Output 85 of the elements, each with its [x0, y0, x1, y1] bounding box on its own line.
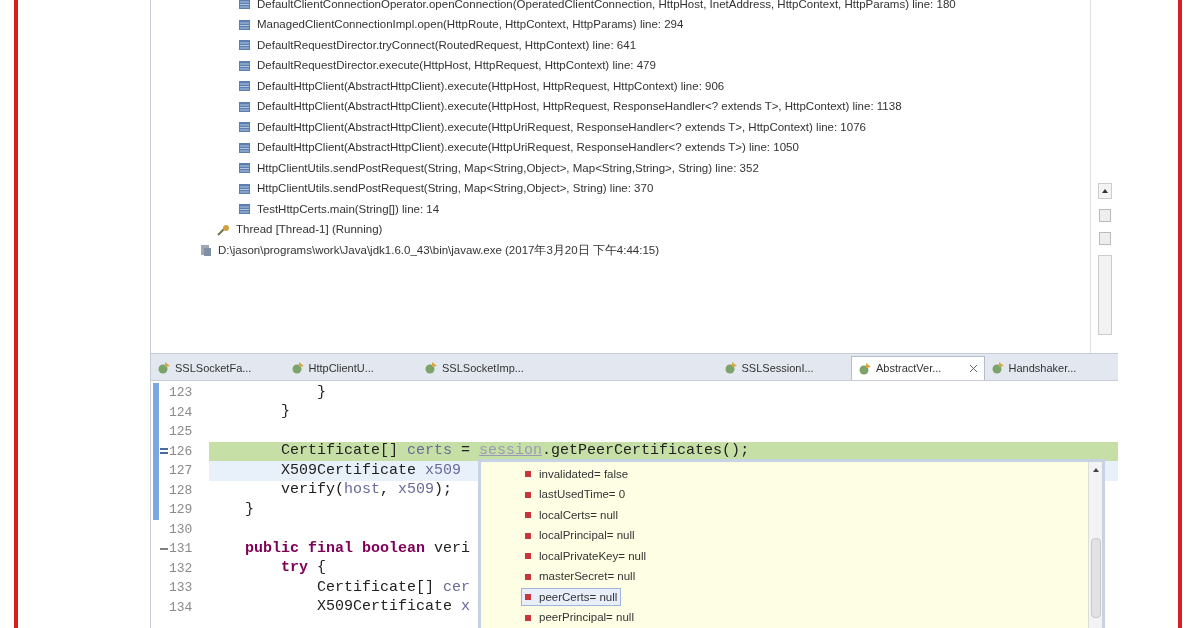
stack-frame[interactable]: DefaultHttpClient(AbstractHttpClient).execute(HttpHost, HttpRequest, ResponseHandler<? extends T>, HttpContext) line: 1138 — [257, 98, 902, 116]
stack-frame-icon — [239, 101, 250, 112]
private-field-icon — [525, 491, 531, 498]
variable-row[interactable]: invalidated= false — [521, 465, 633, 484]
stack-frame[interactable]: ManagedClientConnectionImpl.open(HttpRoute, HttpContext, HttpParams) line: 294 — [257, 16, 684, 34]
stack-frame-icon — [239, 163, 250, 174]
stack-frame[interactable]: DefaultRequestDirector.execute(HttpHost, HttpRequest, HttpContext) line: 479 — [257, 57, 656, 75]
scroll-up-button[interactable] — [1097, 183, 1112, 199]
toolbar-button[interactable] — [1098, 232, 1111, 245]
stack-frame[interactable]: DefaultHttpClient(AbstractHttpClient).execute(HttpUriRequest, ResponseHandler<? extends T>) line: 1050 — [257, 139, 799, 157]
editor-tab[interactable]: AbstractVer... — [851, 356, 985, 380]
private-field-icon — [525, 532, 531, 539]
private-field-icon — [525, 573, 531, 580]
private-field-icon — [525, 512, 531, 519]
editor-tab[interactable]: SSLSocketImp... — [418, 356, 552, 380]
stack-frame-icon — [239, 0, 250, 10]
line-number: 134 — [169, 598, 193, 617]
line-number: 127 — [169, 462, 193, 480]
code-line: Certificate[] certs = session.getPeerCertificates(); — [280, 441, 750, 461]
private-field-icon — [525, 614, 531, 621]
line-number: 128 — [169, 481, 193, 500]
stack-frame[interactable]: DefaultHttpClient(AbstractHttpClient).execute(HttpUriRequest, ResponseHandler<? extends T>, HttpContext) line: 1076 — [257, 118, 866, 136]
code-line: Certificate[] cer — [316, 577, 471, 598]
stack-frame[interactable]: HttpClientUtils.sendPostRequest(String, Map<String,Object>, String) line: 370 — [257, 180, 654, 198]
scrollbar[interactable] — [1097, 255, 1112, 335]
stack-frame-icon — [239, 122, 250, 133]
private-field-icon — [525, 594, 531, 601]
variable-row[interactable]: peerPrincipal= null — [521, 608, 638, 627]
line-number: 132 — [169, 559, 193, 578]
stack-frame-icon — [239, 81, 250, 92]
thread-label[interactable]: Thread [Thread-1] (Running) — [236, 221, 383, 239]
toolbar-button[interactable] — [1098, 209, 1111, 222]
close-icon[interactable] — [968, 364, 978, 373]
process-icon — [199, 243, 213, 258]
stack-frame-icon — [239, 142, 250, 153]
line-number: 123 — [169, 384, 193, 402]
variable-row[interactable]: localCerts= null — [521, 506, 622, 525]
process-label[interactable]: D:\jason\programs\work\Java\jdk1.6.0_43\bin\javaw.exe (2017年3月20日 下午4:44:15) — [218, 241, 659, 259]
variable-row[interactable]: masterSecret= null — [521, 567, 640, 586]
stack-frame-icon — [239, 183, 250, 194]
stack-frame[interactable]: DefaultHttpClient(AbstractHttpClient).execute(HttpHost, HttpRequest, HttpContext) line: 906 — [257, 77, 725, 95]
editor-tab[interactable]: HttpClientU... — [284, 356, 418, 380]
scrollbar[interactable] — [1088, 462, 1102, 628]
code-line: } — [280, 402, 290, 422]
class-file-icon — [990, 361, 1005, 375]
arrow-up-icon — [1092, 468, 1099, 472]
stack-frame-icon — [239, 60, 250, 71]
variable-row[interactable]: localPrivateKey= null — [521, 547, 651, 566]
stack-frame-icon — [239, 19, 250, 30]
code-line: X509Certificate x509 — [280, 460, 462, 481]
stack-frame[interactable]: HttpClientUtils.sendPostRequest(String, Map<String,Object>, Map<String,String>, String) line: 352 — [257, 159, 759, 177]
line-number: 126 — [169, 442, 193, 461]
class-file-icon — [290, 361, 305, 375]
stack-frame-icon — [239, 40, 250, 51]
line-number: 125 — [169, 423, 193, 441]
code-line: } — [244, 499, 254, 520]
line-number: 124 — [169, 403, 193, 422]
line-number: 129 — [169, 501, 193, 519]
editor-tab[interactable]: Handshaker... — [984, 356, 1118, 380]
line-number: 130 — [169, 520, 193, 539]
class-file-icon — [424, 361, 438, 375]
variable-row[interactable]: peerCerts= null — [521, 588, 622, 607]
class-file-icon — [723, 361, 738, 375]
variable-row[interactable]: lastUsedTime= 0 — [521, 485, 630, 504]
stack-frame[interactable]: TestHttpCerts.main(String[]) line: 14 — [257, 200, 440, 218]
stack-frame[interactable]: DefaultClientConnectionOperator.openConnection(OperatedClientConnection, HttpHost, InetAddress, HttpContext, HttpParams) line: 180 — [257, 0, 956, 13]
line-number: 133 — [169, 579, 193, 597]
stack-frame[interactable]: DefaultRequestDirector.tryConnect(RoutedRequest, HttpContext) line: 641 — [257, 36, 637, 54]
editor-tab[interactable]: SSLSessionI... — [717, 356, 851, 380]
variable-row[interactable]: localPrincipal= null — [521, 526, 639, 545]
private-field-icon — [525, 553, 531, 560]
stack-frame-icon — [239, 204, 250, 215]
code-line: try { — [280, 558, 327, 578]
fold-icon[interactable] — [160, 546, 168, 551]
thread-icon — [217, 223, 231, 236]
code-line: X509Certificate x — [316, 597, 471, 617]
line-number: 131 — [169, 540, 193, 558]
class-file-icon — [858, 361, 872, 376]
code-line: verify(host, x509); — [280, 480, 453, 500]
class-file-icon — [157, 361, 171, 375]
code-line: public final boolean veri — [244, 538, 471, 559]
private-field-icon — [525, 471, 531, 478]
code-line: } — [316, 382, 327, 403]
editor-tab[interactable]: SSLSocketFa... — [151, 356, 285, 380]
arrow-up-icon — [1101, 189, 1108, 193]
